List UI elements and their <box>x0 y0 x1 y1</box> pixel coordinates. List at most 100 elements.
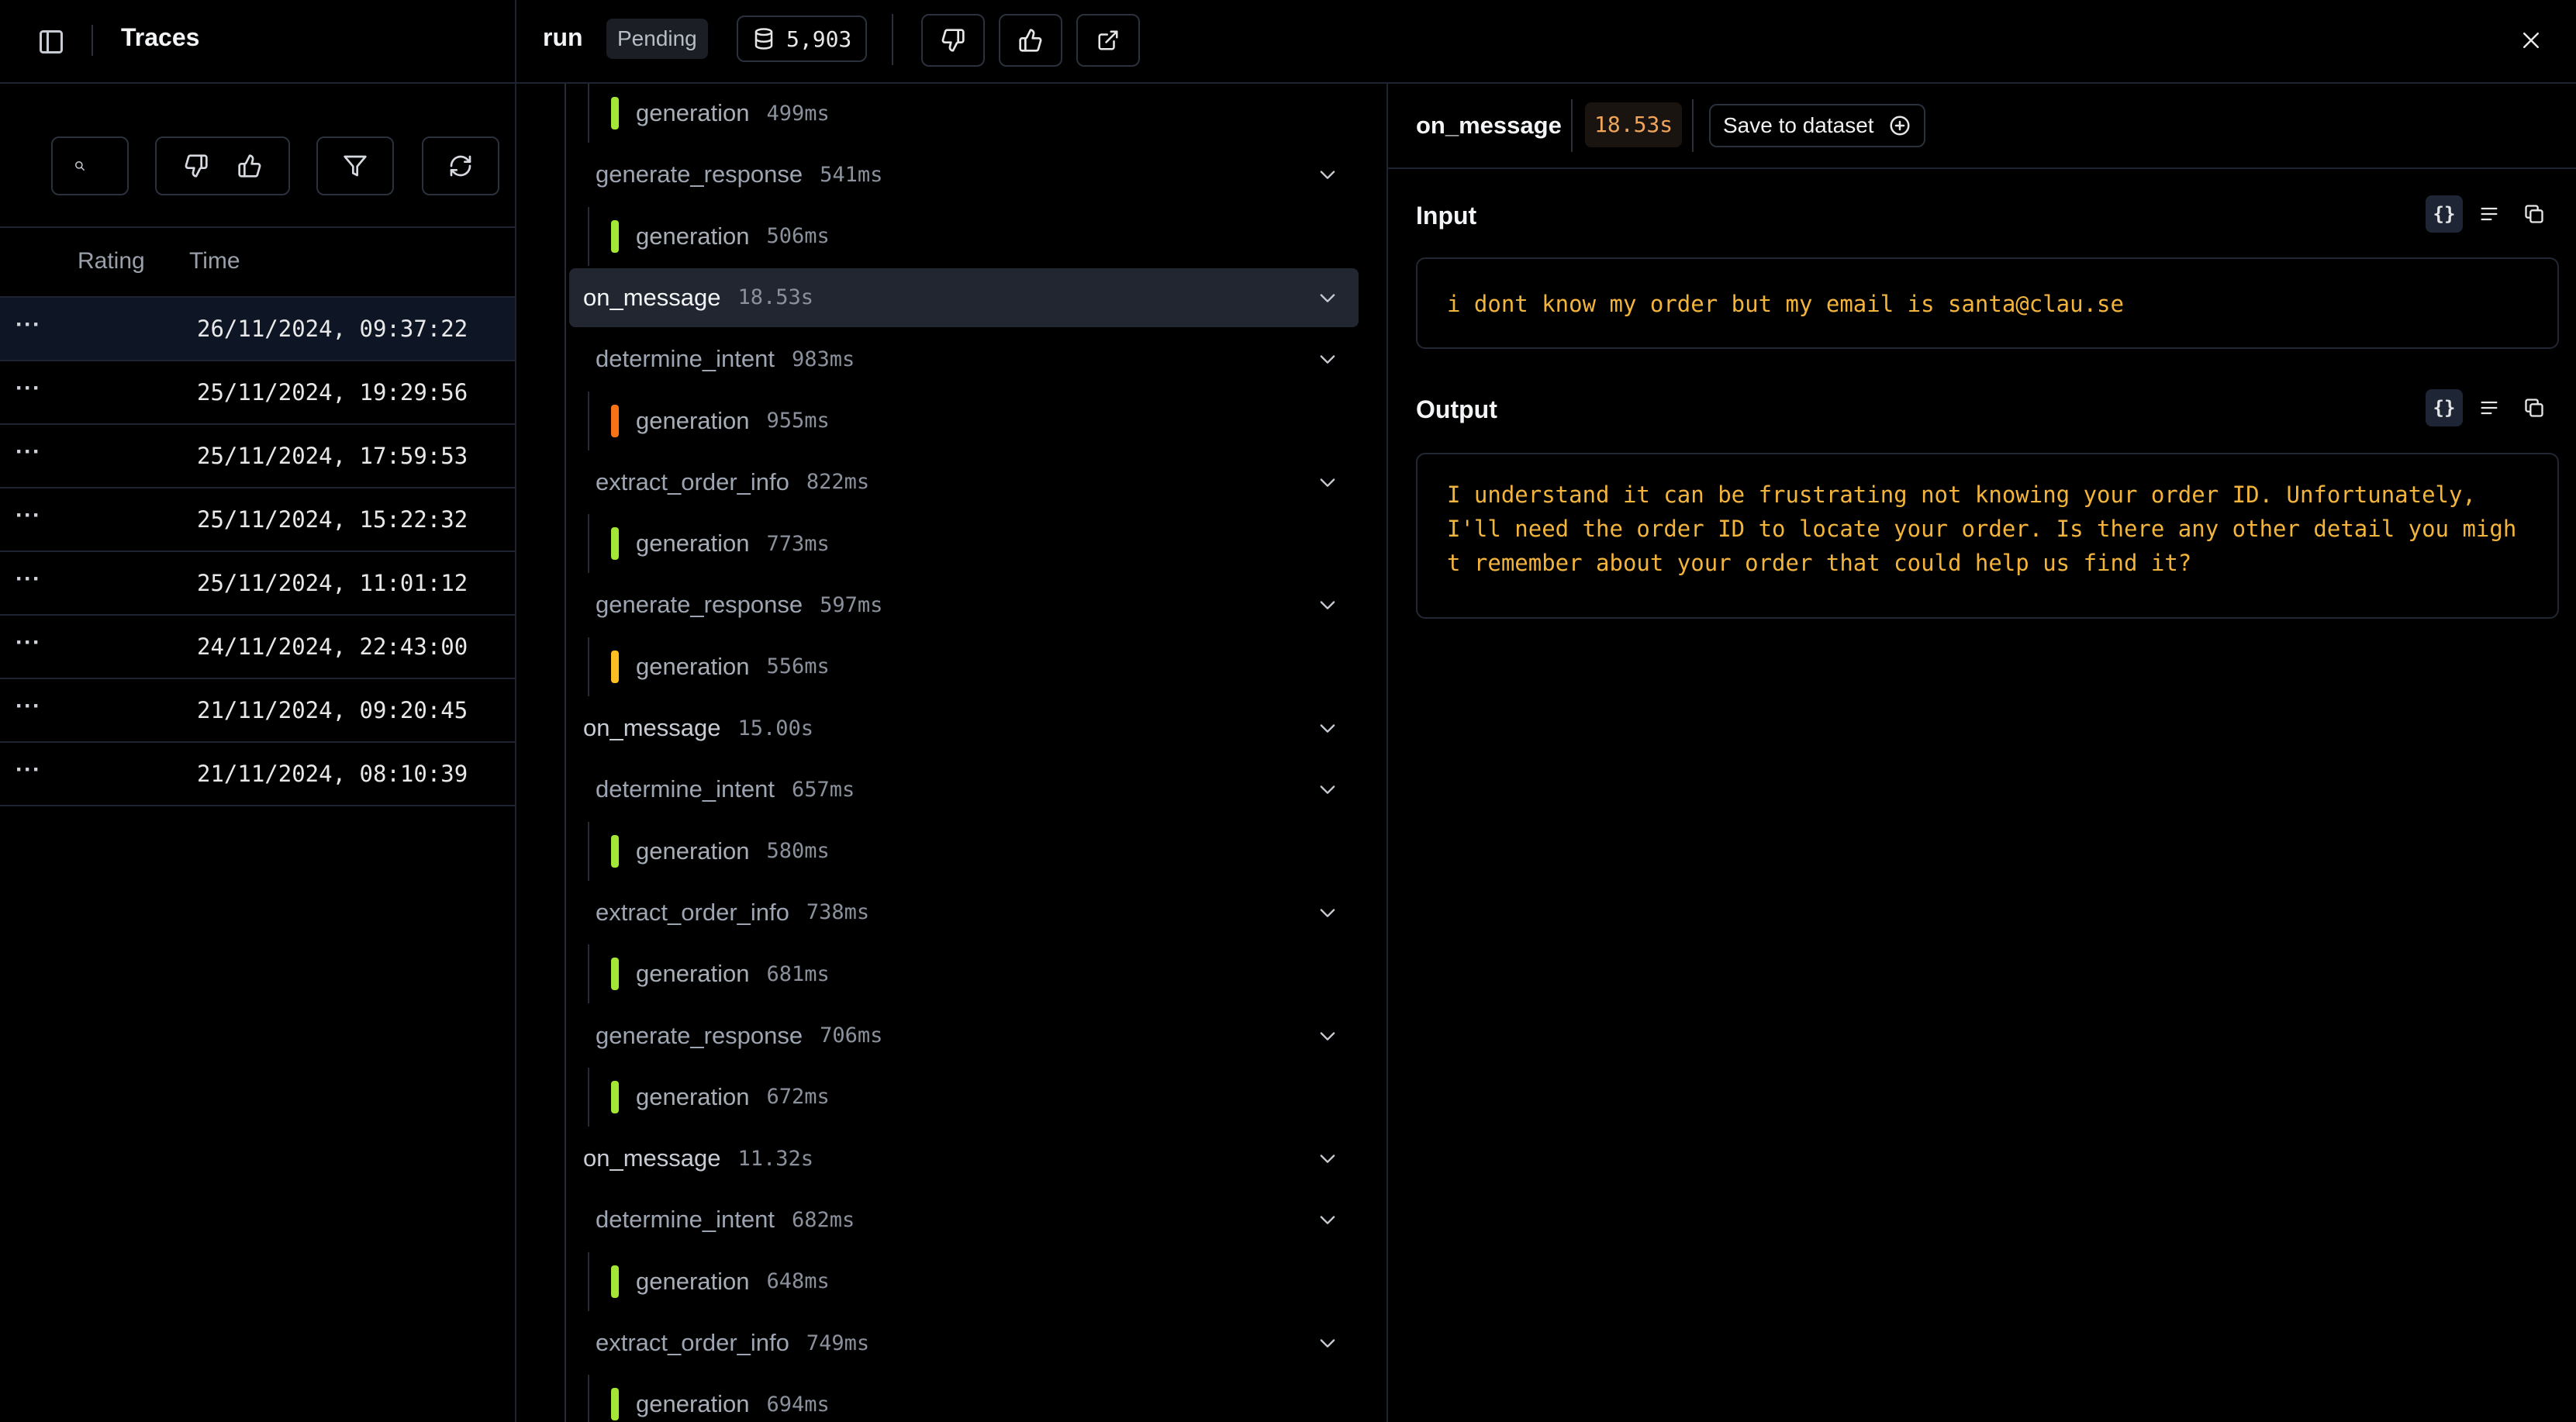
score-bar <box>611 97 619 129</box>
json-braces-icon[interactable]: {} <box>2426 389 2463 426</box>
header-divider <box>92 25 93 56</box>
tree-leaf-row[interactable]: generation 694ms <box>588 1375 1359 1422</box>
open-external-button[interactable] <box>1076 14 1140 67</box>
sidebar-toggle-icon[interactable] <box>37 28 65 56</box>
row-actions-menu[interactable]: ··· <box>16 757 41 783</box>
search-input[interactable] <box>51 136 129 195</box>
tree-span-row[interactable]: determine_intent 983ms <box>596 330 1359 388</box>
span-name: generation <box>636 530 750 557</box>
chevron-down-icon[interactable] <box>1317 1025 1338 1047</box>
row-actions-menu[interactable]: ··· <box>16 439 41 465</box>
tree-leaf-row[interactable]: generation 773ms <box>588 514 1359 574</box>
trace-row[interactable]: ··· 25/11/2024, 11:01:12 <box>0 552 515 616</box>
json-braces-icon[interactable]: {} <box>2426 195 2463 233</box>
chevron-down-icon[interactable] <box>1317 471 1338 493</box>
span-duration: 499ms <box>766 101 830 126</box>
tree-leaf-row[interactable]: generation 955ms <box>588 391 1359 450</box>
text-lines-icon[interactable] <box>2471 195 2508 233</box>
refresh-button[interactable] <box>422 136 499 195</box>
input-view-tools: {} <box>2426 195 2553 233</box>
row-actions-menu[interactable]: ··· <box>16 312 41 338</box>
chevron-down-icon[interactable] <box>1317 902 1338 923</box>
span-duration: 672ms <box>766 1085 830 1110</box>
dataset-count: 5,903 <box>786 26 852 52</box>
chevron-down-icon[interactable] <box>1317 164 1338 185</box>
tree-guide-line <box>565 84 566 1422</box>
copy-icon[interactable] <box>2516 195 2553 233</box>
column-header-time[interactable]: Time <box>189 248 240 274</box>
tree-leaf-row[interactable]: generation 506ms <box>588 206 1359 266</box>
tree-leaf-row[interactable]: generation 681ms <box>588 944 1359 1004</box>
trace-time: 24/11/2024, 22:43:00 <box>197 633 468 660</box>
tree-span-row[interactable]: extract_order_info 822ms <box>596 453 1359 512</box>
span-duration: 749ms <box>806 1331 870 1355</box>
score-bar <box>611 404 619 437</box>
span-duration: 682ms <box>791 1207 855 1232</box>
thumbs-up-icon[interactable] <box>237 154 262 178</box>
chevron-down-icon[interactable] <box>1317 1148 1338 1169</box>
trace-row[interactable]: ··· 21/11/2024, 09:20:45 <box>0 679 515 743</box>
span-name: generation <box>636 960 750 988</box>
copy-icon[interactable] <box>2516 389 2553 426</box>
column-header-rating[interactable]: Rating <box>78 248 145 274</box>
tree-leaf-row[interactable]: generation 580ms <box>588 821 1359 881</box>
tree-span-row[interactable]: extract_order_info 749ms <box>596 1313 1359 1372</box>
tree-span-row[interactable]: on_message 15.00s <box>569 699 1359 758</box>
trace-row[interactable]: ··· 24/11/2024, 22:43:00 <box>0 616 515 679</box>
tree-span-row[interactable]: generate_response 597ms <box>596 575 1359 634</box>
row-actions-menu[interactable]: ··· <box>16 630 41 656</box>
save-to-dataset-button[interactable]: Save to dataset <box>1709 104 1925 147</box>
thumbs-up-button[interactable] <box>999 14 1062 67</box>
tree-leaf-row[interactable]: generation 672ms <box>588 1067 1359 1127</box>
output-content[interactable]: I understand it can be frustrating not k… <box>1416 453 2559 619</box>
row-actions-menu[interactable]: ··· <box>16 375 41 402</box>
thumbs-down-icon <box>941 28 965 53</box>
chevron-down-icon[interactable] <box>1317 1209 1338 1230</box>
tree-guide-line <box>588 206 589 266</box>
tree-guide-line <box>588 1067 589 1127</box>
tree-leaf-row[interactable]: generation 648ms <box>588 1251 1359 1311</box>
trace-row[interactable]: ··· 26/11/2024, 09:37:22 <box>0 298 515 361</box>
tree-span-row[interactable]: determine_intent 657ms <box>596 760 1359 819</box>
tree-span-row[interactable]: generate_response 541ms <box>596 145 1359 204</box>
row-actions-menu[interactable]: ··· <box>16 566 41 592</box>
dataset-count-button[interactable]: 5,903 <box>737 16 868 62</box>
thumbs-down-button[interactable] <box>921 14 985 67</box>
trace-row[interactable]: ··· 25/11/2024, 15:22:32 <box>0 488 515 552</box>
chevron-down-icon[interactable] <box>1317 348 1338 370</box>
trace-row[interactable]: ··· 25/11/2024, 19:29:56 <box>0 361 515 425</box>
chevron-down-icon[interactable] <box>1317 287 1338 309</box>
span-name: generation <box>636 1390 750 1418</box>
input-content[interactable]: i dont know my order but my email is san… <box>1416 257 2559 349</box>
span-name: generation <box>636 99 750 126</box>
sidebar-header: Traces <box>0 0 515 84</box>
trace-tree-panel: generation 499ms generate_response 541ms gen… <box>516 84 1388 1422</box>
span-duration: 694ms <box>766 1392 830 1417</box>
tree-span-row[interactable]: determine_intent 682ms <box>596 1190 1359 1249</box>
tree-span-row[interactable]: on_message 11.32s <box>569 1129 1359 1188</box>
filter-button[interactable] <box>316 136 394 195</box>
trace-row[interactable]: ··· 21/11/2024, 08:10:39 <box>0 743 515 806</box>
tree-guide-line <box>588 637 589 696</box>
close-icon[interactable] <box>2514 23 2548 57</box>
tree-span-row[interactable]: generate_response 706ms <box>596 1006 1359 1065</box>
tree-span-row[interactable]: extract_order_info 738ms <box>596 883 1359 942</box>
score-bar <box>611 527 619 561</box>
chevron-down-icon[interactable] <box>1317 1332 1338 1354</box>
trace-row[interactable]: ··· 25/11/2024, 17:59:53 <box>0 425 515 488</box>
row-actions-menu[interactable]: ··· <box>16 693 41 720</box>
trace-time: 21/11/2024, 08:10:39 <box>197 761 468 787</box>
span-duration: 541ms <box>820 162 883 187</box>
span-duration: 983ms <box>791 347 855 371</box>
tree-span-row[interactable]: on_message 18.53s <box>569 267 1359 327</box>
row-actions-menu[interactable]: ··· <box>16 502 41 529</box>
chevron-down-icon[interactable] <box>1317 717 1338 739</box>
text-lines-icon[interactable] <box>2471 389 2508 426</box>
chevron-down-icon[interactable] <box>1317 594 1338 616</box>
tree-leaf-row[interactable]: generation 556ms <box>588 637 1359 696</box>
thumbs-down-icon[interactable] <box>184 154 209 178</box>
span-name: generate_response <box>596 591 803 619</box>
tree-leaf-row[interactable]: generation 499ms <box>588 84 1359 143</box>
chevron-down-icon[interactable] <box>1317 778 1338 800</box>
score-bar <box>611 958 619 991</box>
